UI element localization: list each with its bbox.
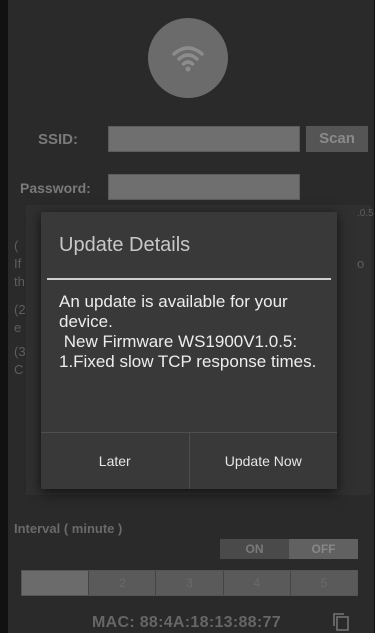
bg-text-line: (3 bbox=[14, 344, 26, 359]
scan-button[interactable]: Scan bbox=[306, 126, 368, 152]
dialog-divider bbox=[47, 278, 331, 280]
dialog-buttons: Later Update Now bbox=[41, 432, 337, 489]
on-off-toggle[interactable]: ON OFF bbox=[220, 539, 358, 559]
update-dialog: Update Details An update is available fo… bbox=[41, 212, 337, 489]
later-button[interactable]: Later bbox=[41, 433, 189, 489]
password-input[interactable] bbox=[108, 174, 300, 200]
mac-address: MAC: 88:4A:18:13:88:77 bbox=[92, 614, 281, 631]
interval-option-2[interactable]: 2 bbox=[89, 571, 157, 595]
toggle-on[interactable]: ON bbox=[220, 539, 289, 559]
bg-text-line: th bbox=[14, 274, 25, 289]
bg-text-right: o bbox=[357, 256, 365, 271]
toggle-off[interactable]: OFF bbox=[289, 539, 358, 559]
ssid-label: SSID: bbox=[38, 131, 79, 148]
update-now-button[interactable]: Update Now bbox=[188, 433, 338, 489]
interval-option-1[interactable]: 1 bbox=[22, 571, 90, 595]
ssid-input[interactable] bbox=[108, 126, 300, 152]
bg-text-line: If bbox=[14, 256, 22, 271]
wifi-icon bbox=[172, 46, 204, 72]
bg-text-line: (2 bbox=[14, 302, 26, 317]
interval-option-5[interactable]: 5 bbox=[290, 571, 358, 595]
bg-text-line: e bbox=[14, 320, 22, 335]
dialog-message: An update is available for your device. … bbox=[59, 292, 317, 371]
interval-label: Interval ( minute ) bbox=[14, 521, 123, 536]
interval-option-3[interactable]: 3 bbox=[156, 571, 224, 595]
version-fragment: .0.5 bbox=[357, 208, 374, 219]
bg-text-line: C bbox=[14, 362, 24, 377]
interval-option-4[interactable]: 4 bbox=[223, 571, 291, 595]
dialog-title: Update Details bbox=[59, 234, 191, 256]
bg-text-line: ( bbox=[14, 238, 19, 253]
wifi-button[interactable] bbox=[148, 18, 228, 98]
interval-selector[interactable]: 1 2 3 4 5 bbox=[21, 570, 358, 596]
password-label: Password: bbox=[20, 180, 91, 196]
copy-icon[interactable] bbox=[332, 612, 350, 632]
